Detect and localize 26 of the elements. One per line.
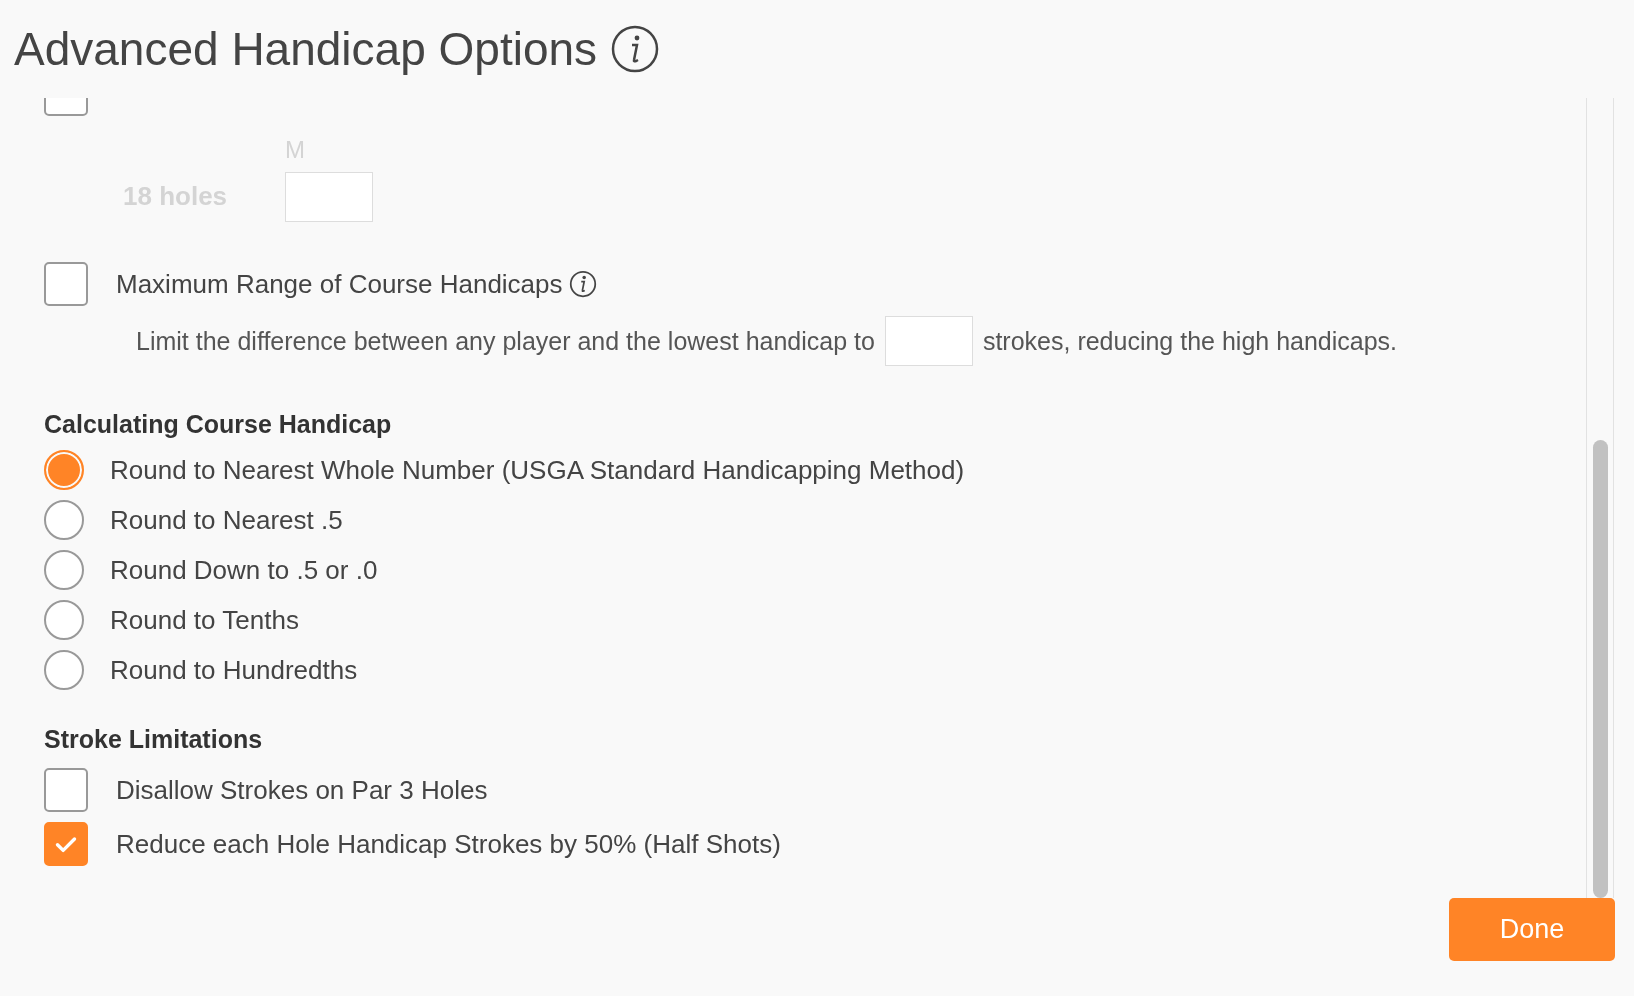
input-field[interactable] <box>884 316 973 366</box>
option-label: Round to Nearest .5 <box>110 504 343 536</box>
checkbox[interactable] <box>44 262 88 306</box>
section-heading: Calculating Course Handicap <box>44 410 393 439</box>
limit-text: Limit the difference between any player and the lowest handicap to <box>136 326 875 356</box>
radio-button[interactable] <box>44 450 84 490</box>
option-label: Round Down to .5 or .0 <box>110 554 378 586</box>
dialog-title: Advanced Handicap Options <box>14 22 598 76</box>
option-label: Reduce each Hole Handicap Strokes by 50% (Half Shots) <box>116 828 781 860</box>
option-label: Disallow Strokes on Par 3 Holes <box>116 774 488 806</box>
option-label: Round to Hundredths <box>110 654 358 686</box>
checkbox[interactable] <box>44 768 88 812</box>
radio-button[interactable] <box>44 500 84 540</box>
done-button[interactable]: Done <box>1449 898 1615 961</box>
radio-button[interactable] <box>44 600 84 640</box>
limit-text: strokes, reducing the high handicaps. <box>982 326 1398 356</box>
checkbox[interactable] <box>44 822 88 866</box>
info-icon[interactable] <box>568 270 597 298</box>
radio-button[interactable] <box>44 650 84 690</box>
scrollbar[interactable] <box>1586 98 1614 898</box>
option-label: Maximum Range of Course Handicaps <box>116 268 563 300</box>
option-label: Round to Tenths <box>110 604 299 636</box>
section-heading: Stroke Limitations <box>44 725 264 754</box>
radio-button[interactable] <box>44 550 84 590</box>
option-label: Round to Nearest Whole Number (USGA Standard Handicapping Method) <box>110 454 965 486</box>
info-icon[interactable] <box>611 25 660 73</box>
